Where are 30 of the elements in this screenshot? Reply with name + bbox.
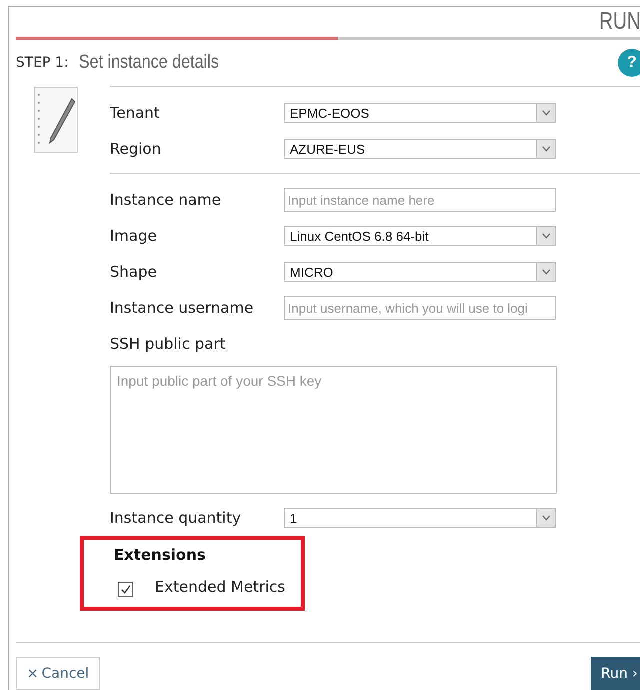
field-label: Image — [110, 227, 158, 245]
step-number: STEP 1: — [16, 55, 69, 71]
section-title: Extensions — [114, 546, 207, 564]
field-label: Shape — [110, 263, 158, 281]
caret-icon — [542, 515, 550, 521]
input-field[interactable]: Input instance name here — [284, 188, 556, 212]
input-field[interactable]: Input username, which you will use to logi — [284, 296, 556, 320]
dropdown[interactable]: Linux CentOS 6.8 64-bit — [284, 226, 556, 246]
caret-icon — [542, 110, 550, 116]
caret-icon — [542, 269, 550, 275]
dialog-title: RUN — [599, 7, 640, 37]
field-label: Tenant — [110, 104, 161, 122]
caret-icon — [542, 146, 550, 152]
field-label: SSH public part — [110, 335, 227, 353]
field-label: Region — [110, 140, 162, 158]
field-label: Instance name — [110, 191, 222, 209]
checkbox-label: Extended Metrics — [155, 578, 286, 596]
caret-icon — [542, 233, 550, 239]
dropdown[interactable]: AZURE-EUS — [284, 139, 556, 159]
run-button[interactable]: Run › — [591, 657, 640, 690]
ssh-key-field[interactable]: Input public part of your SSH key — [110, 366, 557, 494]
cancel-button[interactable]: × Cancel — [16, 657, 100, 690]
field-label: Instance quantity — [110, 509, 242, 527]
dropdown[interactable]: MICRO — [284, 262, 556, 282]
step-title: Set instance details — [78, 52, 219, 74]
dropdown[interactable]: EPMC-EOOS — [284, 103, 556, 123]
notepad-pencil-icon — [34, 87, 78, 153]
field-label: Instance username — [110, 299, 255, 317]
dropdown[interactable]: 1 — [284, 508, 556, 528]
checkbox[interactable] — [118, 582, 133, 597]
